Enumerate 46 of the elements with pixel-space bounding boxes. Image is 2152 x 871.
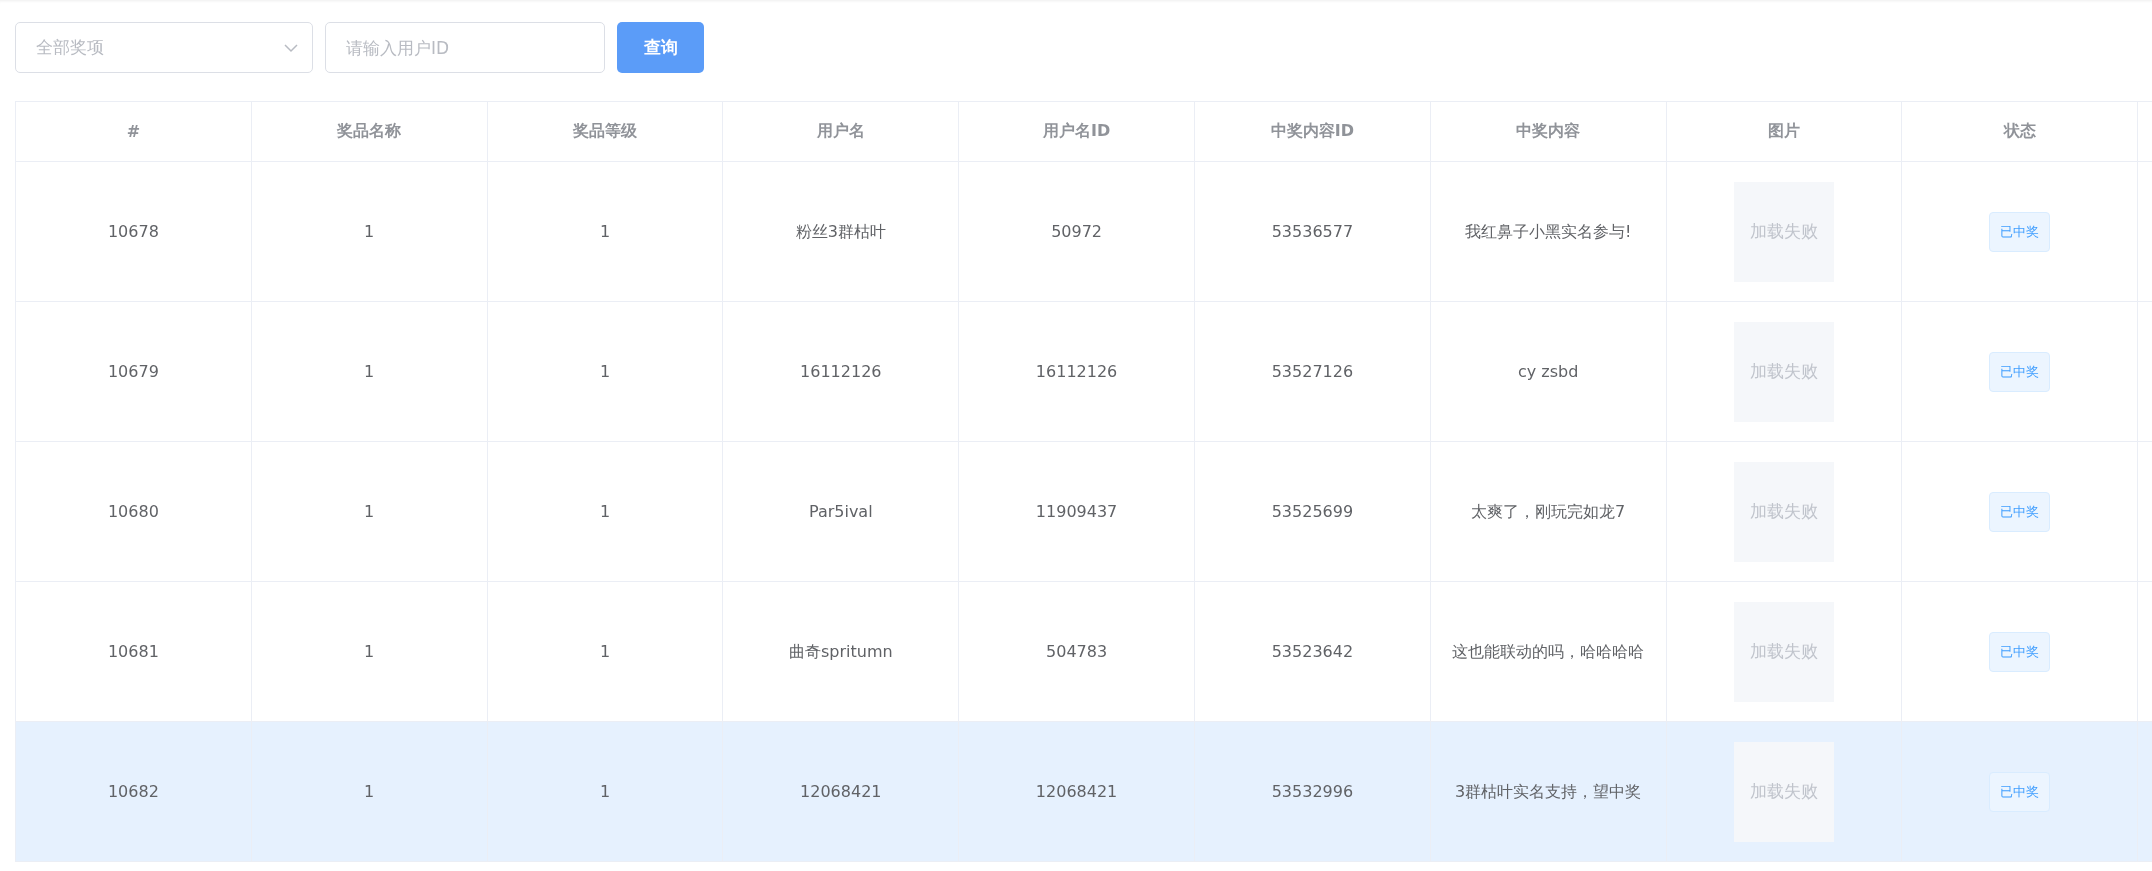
table-cell: 10679 [16, 302, 252, 442]
column-header: 图片 [1666, 102, 1903, 162]
table-cell: 11909437 [959, 442, 1195, 582]
user-id-field[interactable]: 请输入用户ID [325, 22, 605, 73]
column-header: 奖品名称 [251, 102, 488, 162]
column-header: 奖品等级 [487, 102, 724, 162]
search-button[interactable]: 查询 [617, 22, 704, 73]
table-cell: 53525699 [1195, 442, 1431, 582]
status-tag: 已中奖 [1989, 351, 2051, 392]
table-cell: 粉丝3群枯叶 [723, 162, 960, 302]
status-tag: 已中奖 [1989, 211, 2051, 252]
table-cell: 1 [251, 442, 488, 582]
table-cell: 53527126 [1195, 302, 1431, 442]
table-cell: 太爽了，刚玩完如龙7 [1430, 442, 1667, 582]
table-cell: 12068421 [723, 722, 960, 862]
table-cell: 53532996 [1195, 722, 1431, 862]
status-tag: 已中奖 [1989, 631, 2051, 672]
table-cell: 3群枯叶实名支持，望中奖 [1430, 722, 1667, 862]
table-cell: 16112126 [959, 302, 1195, 442]
table-cell: 10682 [16, 722, 252, 862]
table-cell: 10680 [16, 442, 252, 582]
status-tag: 已中奖 [1989, 771, 2051, 812]
table-cell: 1 [487, 722, 724, 862]
chevron-down-icon [284, 42, 298, 53]
column-header: 用户名ID [959, 102, 1195, 162]
table-cell: 50972 [959, 162, 1195, 302]
table-cell: 我红鼻子小黑实名参与! [1430, 162, 1667, 302]
table-cell: 1 [251, 302, 488, 442]
column-header: 中奖内容ID [1195, 102, 1431, 162]
column-header: 中奖内容 [1430, 102, 1667, 162]
column-header: 用户名 [723, 102, 960, 162]
table-cell: 10678 [16, 162, 252, 302]
prize-select[interactable]: 全部奖项 [15, 22, 313, 73]
table-cell: Par5ival [723, 442, 960, 582]
table-cell: 1 [251, 162, 488, 302]
column-header: 状态 [1902, 102, 2139, 162]
table-cell: 1 [487, 302, 724, 442]
table-cell: 53536577 [1195, 162, 1431, 302]
table-cell: 1 [487, 442, 724, 582]
table-cell: 16112126 [723, 302, 960, 442]
status-tag: 已中奖 [1989, 491, 2051, 532]
table-cell: 12068421 [959, 722, 1195, 862]
column-header: # [16, 102, 252, 162]
table-cell: cy zsbd [1430, 302, 1667, 442]
table-cell: 1 [251, 722, 488, 862]
table-cell: 1 [487, 162, 724, 302]
